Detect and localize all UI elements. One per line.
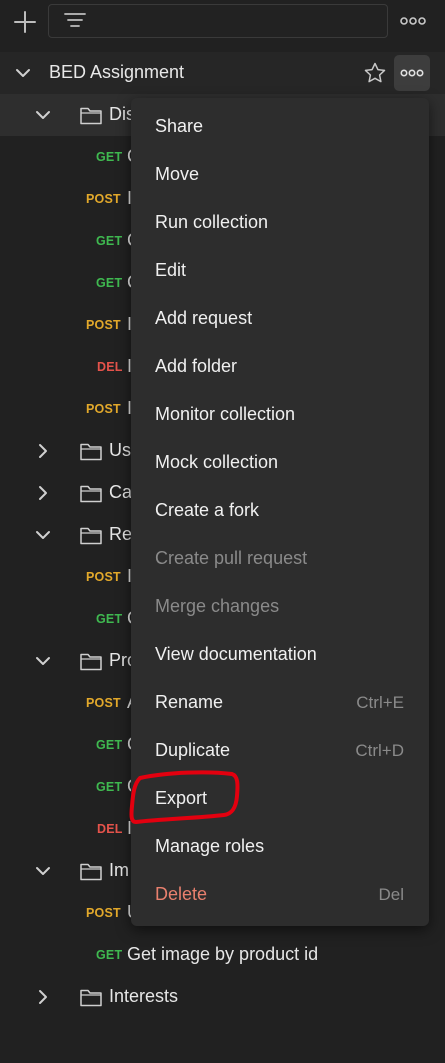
menu-item-label: Rename: [155, 692, 224, 712]
menu-item-label: Share: [155, 116, 204, 136]
method-badge: GET: [96, 780, 123, 794]
request-label: Get image by product id: [127, 944, 319, 964]
chevron-right-icon[interactable]: [34, 484, 52, 502]
folder-label: Re: [109, 524, 133, 544]
folder-label: Us: [109, 440, 131, 460]
menu-item-label: Manage roles: [155, 836, 265, 856]
more-icon[interactable]: [398, 12, 428, 30]
sidebar-toolbar: [0, 0, 445, 44]
menu-item-label: Edit: [155, 260, 187, 280]
folder-icon: [79, 986, 103, 1008]
menu-item-label: View documentation: [155, 644, 317, 664]
folder-icon: [79, 860, 103, 882]
menu-item-run-collection[interactable]: Run collection: [131, 200, 429, 248]
collection-more-button[interactable]: [394, 55, 430, 91]
folder-label: Interests: [109, 986, 179, 1006]
chevron-down-icon[interactable]: [34, 106, 52, 124]
folder-row[interactable]: Interests: [0, 976, 445, 1018]
method-badge: GET: [96, 948, 123, 962]
menu-item-label: Merge changes: [155, 596, 280, 616]
menu-item-view-documentation[interactable]: View documentation: [131, 632, 429, 680]
star-icon[interactable]: [363, 61, 387, 85]
menu-item-edit[interactable]: Edit: [131, 248, 429, 296]
collection-title: BED Assignment: [49, 62, 185, 82]
plus-icon[interactable]: [11, 8, 39, 36]
request-row[interactable]: GET Get image by product id: [0, 934, 445, 976]
menu-item-move[interactable]: Move: [131, 152, 429, 200]
menu-item-share[interactable]: Share: [131, 104, 429, 152]
menu-item-label: Add request: [155, 308, 253, 328]
menu-item-shortcut: Ctrl+D: [355, 741, 404, 760]
menu-item-label: Create pull request: [155, 548, 308, 568]
method-badge: GET: [96, 234, 123, 248]
folder-icon: [79, 524, 103, 546]
method-badge: GET: [96, 150, 123, 164]
collection-row[interactable]: BED Assignment: [0, 52, 445, 94]
menu-item-create-pull-request: Create pull request: [131, 536, 429, 584]
method-badge: POST: [86, 318, 121, 332]
method-badge: DEL: [97, 822, 123, 836]
chevron-right-icon[interactable]: [34, 442, 52, 460]
menu-item-delete[interactable]: Delete Del: [131, 872, 429, 920]
folder-icon: [79, 482, 103, 504]
menu-item-shortcut: Ctrl+E: [356, 693, 404, 712]
menu-item-duplicate[interactable]: Duplicate Ctrl+D: [131, 728, 429, 776]
chevron-down-icon[interactable]: [14, 64, 32, 82]
filter-icon[interactable]: [63, 11, 87, 31]
method-badge: DEL: [97, 360, 123, 374]
method-badge: GET: [96, 612, 123, 626]
method-badge: POST: [86, 192, 121, 206]
chevron-down-icon[interactable]: [34, 526, 52, 544]
method-badge: POST: [86, 906, 121, 920]
method-badge: POST: [86, 402, 121, 416]
menu-item-label: Add folder: [155, 356, 238, 376]
folder-icon: [79, 104, 103, 126]
menu-item-add-request[interactable]: Add request: [131, 296, 429, 344]
chevron-down-icon[interactable]: [34, 862, 52, 880]
search-filter-input[interactable]: [48, 4, 388, 38]
menu-item-label: Move: [155, 164, 200, 184]
menu-item-label: Run collection: [155, 212, 269, 232]
menu-item-label: Mock collection: [155, 452, 279, 472]
folder-icon: [79, 650, 103, 672]
method-badge: GET: [96, 738, 123, 752]
menu-item-label: Delete: [155, 884, 208, 904]
method-badge: POST: [86, 696, 121, 710]
menu-item-mock-collection[interactable]: Mock collection: [131, 440, 429, 488]
folder-label: Ca: [109, 482, 133, 502]
menu-item-label: Duplicate: [155, 740, 231, 760]
menu-item-monitor-collection[interactable]: Monitor collection: [131, 392, 429, 440]
menu-item-label: Create a fork: [155, 500, 260, 520]
menu-item-label: Monitor collection: [155, 404, 296, 424]
more-icon: [400, 69, 424, 77]
method-badge: POST: [86, 570, 121, 584]
chevron-down-icon[interactable]: [34, 652, 52, 670]
menu-item-create-a-fork[interactable]: Create a fork: [131, 488, 429, 536]
folder-icon: [79, 440, 103, 462]
chevron-right-icon[interactable]: [34, 988, 52, 1006]
menu-item-manage-roles[interactable]: Manage roles: [131, 824, 429, 872]
folder-label: Im: [109, 860, 129, 880]
export-highlight-annotation: [129, 770, 240, 824]
menu-item-rename[interactable]: Rename Ctrl+E: [131, 680, 429, 728]
menu-item-merge-changes: Merge changes: [131, 584, 429, 632]
menu-item-shortcut: Del: [378, 885, 404, 904]
menu-item-add-folder[interactable]: Add folder: [131, 344, 429, 392]
method-badge: GET: [96, 276, 123, 290]
